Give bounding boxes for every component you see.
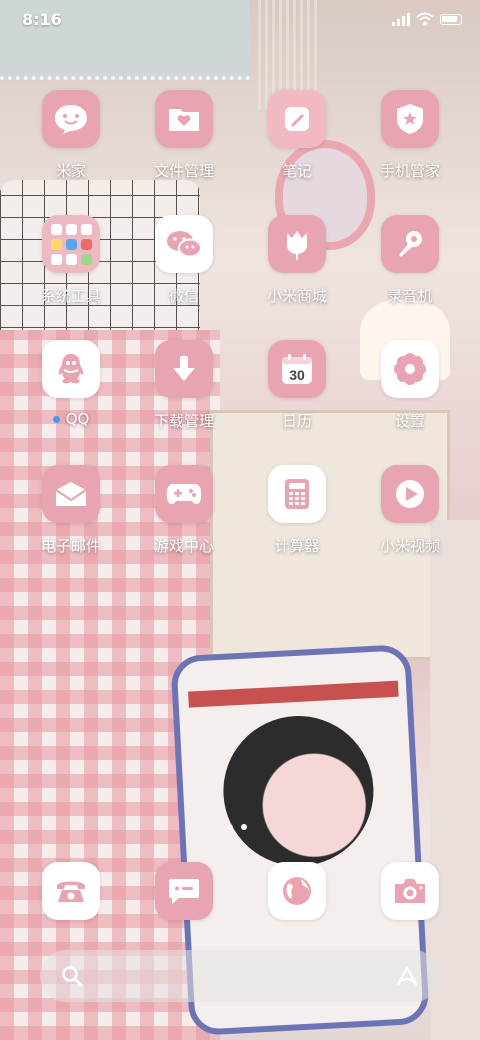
chat-bubbles-icon: [155, 215, 213, 273]
rug-band: [188, 680, 399, 708]
app-label: 文件管理: [153, 162, 214, 180]
app-label: QQ: [16, 410, 126, 428]
camera-icon: [381, 862, 439, 920]
folder-heart-icon: [155, 90, 213, 148]
penguin-icon: [42, 340, 100, 398]
page-dot-active: [241, 824, 247, 830]
app-label: 游戏中心: [153, 537, 214, 555]
app-label: 日历: [281, 412, 312, 430]
search-icon[interactable]: [60, 964, 84, 988]
folder-system-tools[interactable]: 系统工具: [16, 215, 126, 325]
dock-browser[interactable]: [268, 862, 326, 920]
app-label: 电子邮件: [40, 537, 101, 555]
notification-dot: [52, 416, 60, 423]
app-security[interactable]: 手机管家: [355, 90, 465, 200]
app-calculator[interactable]: 计算器: [242, 465, 352, 575]
folder-grid-icon: [42, 215, 100, 273]
app-calendar[interactable]: 30 日历: [242, 340, 352, 450]
app-label: 米家: [55, 162, 86, 180]
app-email[interactable]: 电子邮件: [16, 465, 126, 575]
app-label: 计算器: [274, 537, 320, 555]
smile-icon: [42, 90, 100, 148]
search-bar[interactable]: [40, 950, 440, 1002]
rug-face: [219, 712, 378, 870]
page-indicator: [227, 824, 247, 830]
app-mi-video[interactable]: 小米视频: [355, 465, 465, 575]
wifi-icon: [416, 12, 434, 26]
message-icon: [155, 862, 213, 920]
app-qq[interactable]: QQ: [16, 340, 126, 450]
app-label: 小米视频: [379, 537, 440, 555]
note-pen-icon: [268, 90, 326, 148]
dock-phone[interactable]: [42, 862, 100, 920]
app-label: 设置: [394, 412, 425, 430]
app-wechat[interactable]: 微信: [129, 215, 239, 325]
calendar-date: 30: [289, 367, 305, 383]
calendar-icon: 30: [268, 340, 326, 398]
status-bar: 8:16: [0, 0, 480, 40]
tulip-icon: [268, 215, 326, 273]
app-settings[interactable]: 设置: [355, 340, 465, 450]
app-label: 微信: [168, 287, 199, 305]
app-file-manager[interactable]: 文件管理: [129, 90, 239, 200]
app-game-center[interactable]: 游戏中心: [129, 465, 239, 575]
app-label: 小米商城: [266, 287, 327, 305]
calculator-icon: [268, 465, 326, 523]
app-label: 笔记: [281, 162, 312, 180]
app-mi-store[interactable]: 小米商城: [242, 215, 352, 325]
page-dot: [227, 824, 233, 830]
app-label: 录音机: [387, 287, 433, 305]
microphone-icon: [381, 215, 439, 273]
download-arrow-icon: [155, 340, 213, 398]
app-mijia[interactable]: 米家: [16, 90, 126, 200]
dock-camera[interactable]: [381, 862, 439, 920]
signal-icon: [392, 12, 410, 26]
globe-icon: [268, 862, 326, 920]
battery-icon: [440, 13, 462, 25]
shield-star-icon: [381, 90, 439, 148]
envelope-icon: [42, 465, 100, 523]
gear-flower-icon: [381, 340, 439, 398]
gamepad-icon: [155, 465, 213, 523]
app-downloads[interactable]: 下载管理: [129, 340, 239, 450]
floor: [430, 520, 480, 1040]
app-label: 下载管理: [153, 412, 214, 430]
voice-assistant-icon[interactable]: [394, 964, 420, 988]
phone-icon: [42, 862, 100, 920]
app-label: 手机管家: [379, 162, 440, 180]
status-icons: [392, 12, 462, 26]
app-recorder[interactable]: 录音机: [355, 215, 465, 325]
app-notes[interactable]: 笔记: [242, 90, 352, 200]
play-icon: [381, 465, 439, 523]
app-label: 系统工具: [40, 287, 101, 305]
app-label-text: QQ: [65, 410, 90, 428]
dock-messages[interactable]: [155, 862, 213, 920]
status-time: 8:16: [22, 10, 62, 29]
